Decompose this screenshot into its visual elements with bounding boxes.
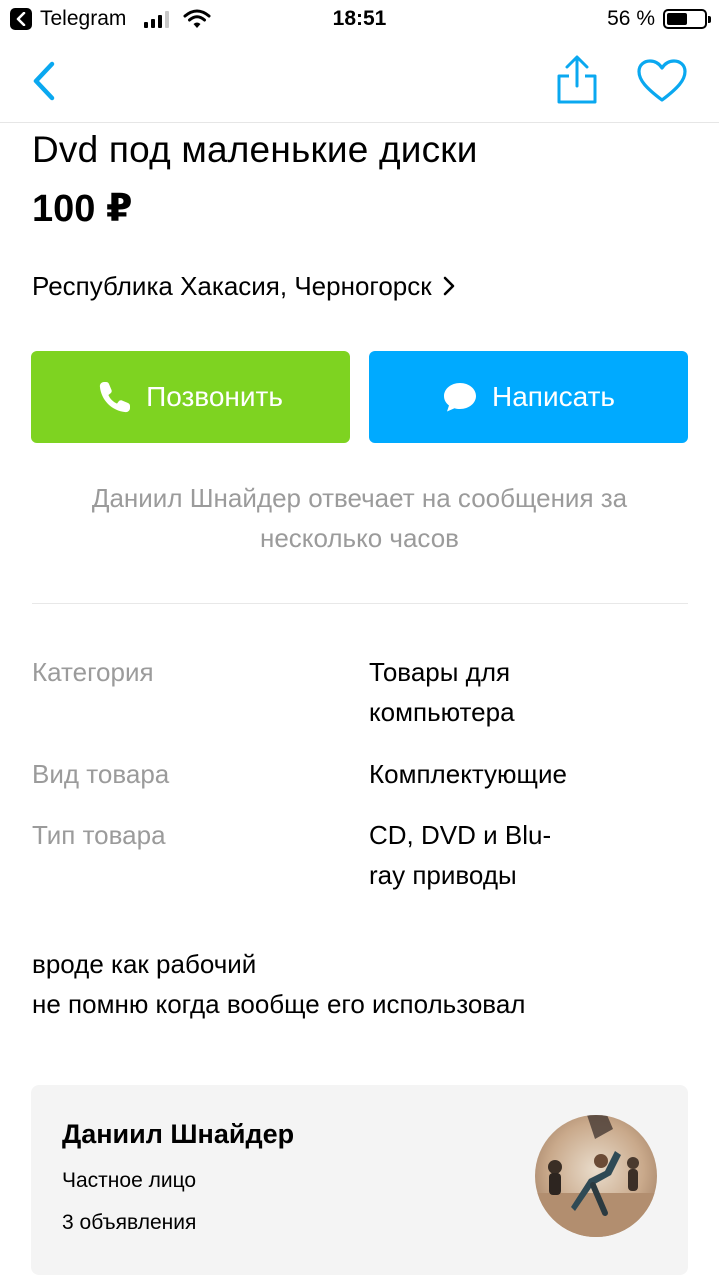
status-bar: Telegram 18:51 56 % xyxy=(0,0,719,40)
navigation-bar xyxy=(0,40,719,123)
location-link[interactable]: Республика Хакасия, Черногорск xyxy=(32,268,456,304)
param-label-item-type: Тип товара xyxy=(32,820,166,850)
response-time-note: Даниил Шнайдер отвечает на сообщения за … xyxy=(91,483,628,553)
chevron-right-icon xyxy=(443,276,454,296)
param-value-category: Товары для компьютера xyxy=(369,657,515,727)
share-icon[interactable] xyxy=(554,54,600,106)
write-button[interactable]: Написать xyxy=(369,351,688,443)
location-label: Республика Хакасия, Черногорск xyxy=(32,271,432,301)
param-value-item-kind: Комплектующие xyxy=(369,759,567,789)
phone-icon xyxy=(99,382,131,413)
listing-price: 100 ₽ xyxy=(32,188,133,230)
seller-ads-count: 3 объявления xyxy=(62,1211,197,1234)
chevron-left-icon[interactable] xyxy=(28,60,62,102)
battery-percent: 56 % xyxy=(607,7,655,30)
param-value-item-type: CD, DVD и Blu- ray приводы xyxy=(369,820,552,890)
seller-name: Даниил Шнайдер xyxy=(62,1119,295,1149)
battery-icon xyxy=(663,9,711,29)
listing-title: Dvd под маленькие диски xyxy=(32,129,478,170)
avatar xyxy=(535,1115,657,1237)
param-label-category: Категория xyxy=(32,657,154,687)
write-button-label: Написать xyxy=(492,381,615,412)
param-label-item-kind: Вид товара xyxy=(32,759,170,789)
heart-icon[interactable] xyxy=(636,58,688,104)
call-button-label: Позвонить xyxy=(146,381,283,412)
seller-type: Частное лицо xyxy=(62,1169,197,1192)
divider xyxy=(32,603,688,604)
status-bar-right: 56 % xyxy=(607,7,711,31)
seller-card[interactable]: Даниил Шнайдер Частное лицо 3 объявления xyxy=(31,1085,688,1275)
listing-description: вроде как рабочий не помню когда вообще … xyxy=(32,949,526,1019)
chat-bubble-icon xyxy=(444,383,477,412)
call-button[interactable]: Позвонить xyxy=(31,351,350,443)
